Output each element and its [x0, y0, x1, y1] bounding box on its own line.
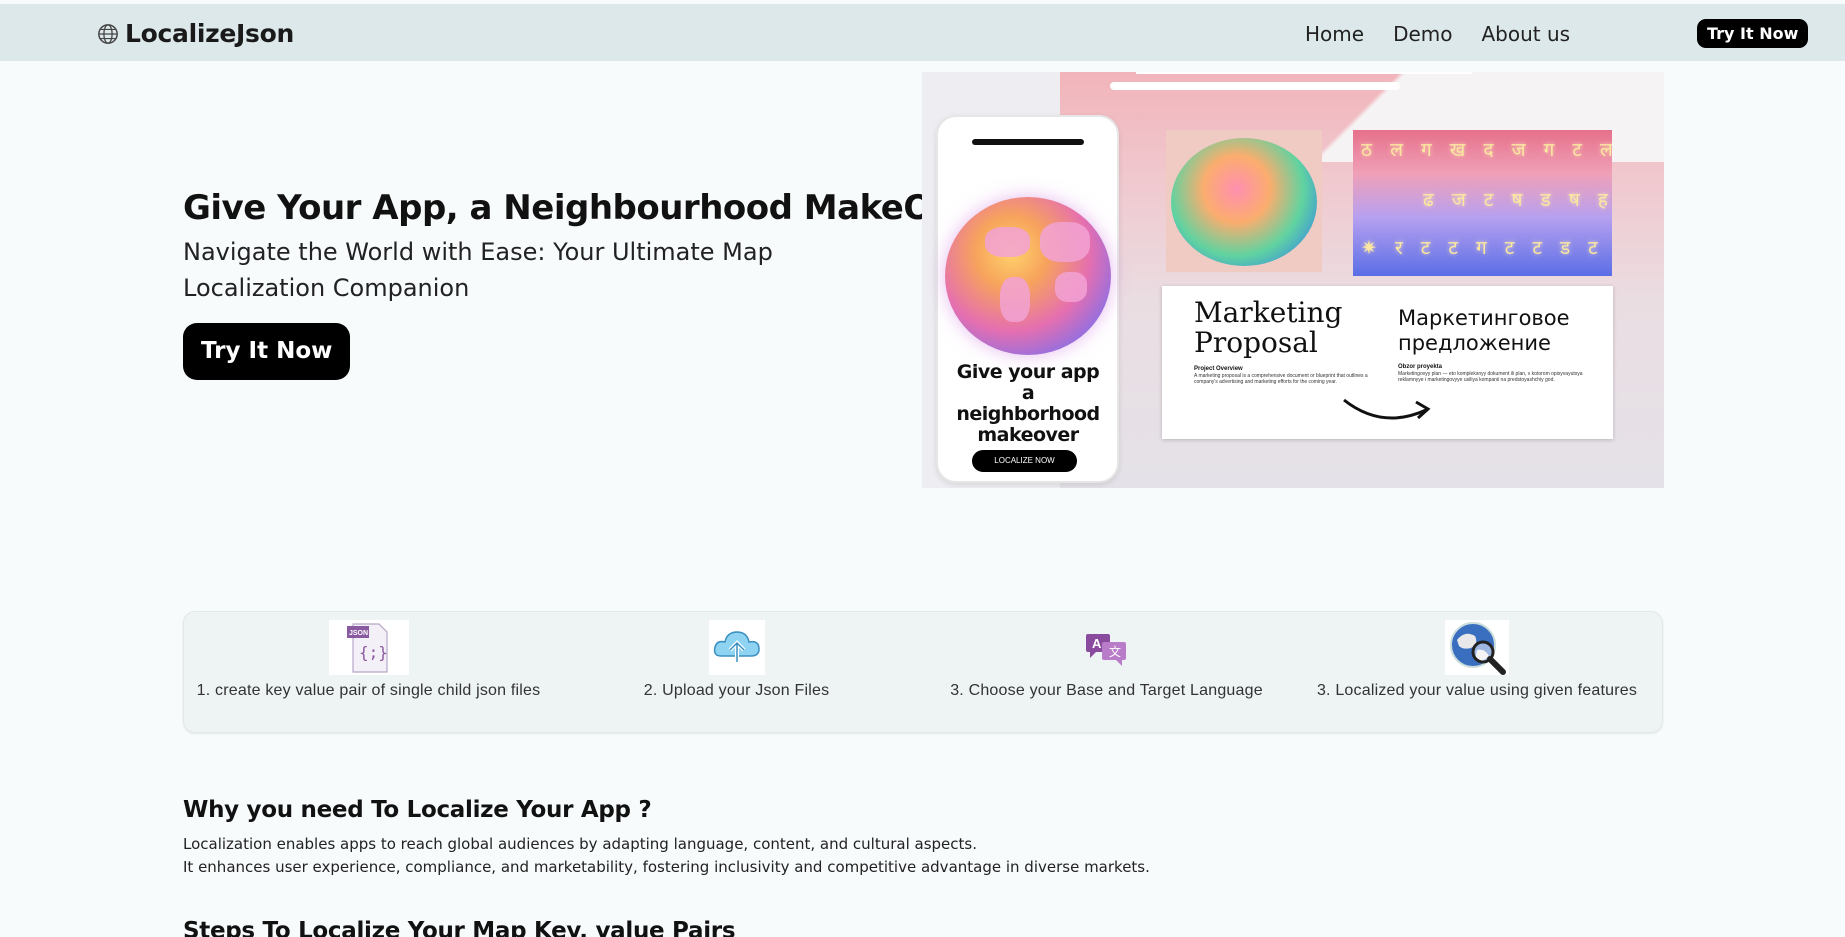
- script-text-image: ठ ल ग ख द ज ग ट ल ड ढ ज ट ष ड ष ह ट ✷ र …: [1353, 130, 1612, 276]
- why-localize-heading: Why you need To Localize Your App ?: [183, 797, 652, 823]
- doc-body-en: A marketing proposal is a comprehensive …: [1194, 373, 1368, 385]
- why-paragraph-2: It enhances user experience, compliance,…: [183, 858, 1150, 876]
- globe-icon: [98, 23, 118, 44]
- nav-links: Home Demo About us: [1305, 22, 1570, 46]
- hero-try-it-now-button[interactable]: Try It Now: [183, 323, 351, 380]
- arrow-icon: [1343, 398, 1431, 420]
- hero-illustration: Give your app a neighborhood makeover LO…: [922, 72, 1664, 488]
- steps-heading: Steps To Localize Your Map Key, value Pa…: [183, 918, 736, 937]
- hero-section: Give Your App, a Neighbourhood MakeOver.…: [183, 188, 1000, 380]
- steps-panel: JSON {;} 1. create key value pair of sin…: [183, 611, 1663, 733]
- nav-try-it-now-button[interactable]: Try It Now: [1697, 19, 1809, 48]
- svg-text:文: 文: [1109, 644, 1121, 659]
- doc-subtitle-ru: Obzor proyekta: [1398, 364, 1443, 370]
- phone-notch: [972, 139, 1084, 145]
- translate-icon: A 文: [1085, 634, 1126, 666]
- nav-link-home[interactable]: Home: [1305, 22, 1364, 46]
- step-label-4: 3. Localized your value using given feat…: [1316, 682, 1638, 699]
- svg-text:A: A: [1092, 636, 1102, 651]
- nav-link-about[interactable]: About us: [1482, 22, 1571, 46]
- doc-body-ru: Marketingovyy plan — eto kompleksnyy dok…: [1398, 371, 1583, 383]
- doc-title-ru: Маркетинговое предложение: [1398, 306, 1570, 355]
- hero-subtitle: Navigate the World with Ease: Your Ultim…: [183, 238, 773, 302]
- svg-text:{;}: {;}: [359, 643, 388, 662]
- doc-title-en: Marketing Proposal: [1194, 296, 1343, 359]
- phone-headline: Give your app a neighborhood makeover: [956, 361, 1100, 446]
- hero-title: Give Your App, a Neighbourhood MakeOver.: [183, 188, 1000, 228]
- step-item-2: 2. Upload your Json Files: [564, 620, 909, 700]
- brand-logo[interactable]: LocalizeJson: [97, 19, 294, 48]
- step-label-1: 1. create key value pair of single child…: [196, 682, 541, 699]
- navbar: LocalizeJson Home Demo About us Try It N…: [0, 4, 1845, 61]
- why-paragraph-1: Localization enables apps to reach globa…: [183, 835, 977, 853]
- translated-document-image: Marketing Proposal Project Overview A ma…: [1162, 286, 1613, 439]
- svg-text:JSON: JSON: [349, 630, 368, 637]
- cloud-upload-icon: [708, 620, 765, 675]
- step-label-3: 3. Choose your Base and Target Language: [950, 682, 1263, 699]
- illustration-bar-top: [1136, 72, 1472, 74]
- phone-mockup: Give your app a neighborhood makeover LO…: [936, 115, 1119, 483]
- world-map-image: [1166, 130, 1322, 272]
- json-file-icon: JSON {;}: [328, 620, 409, 675]
- globe-search-icon: [1445, 620, 1509, 675]
- step-item-3: A 文 3. Choose your Base and Target Langu…: [934, 620, 1279, 700]
- step-label-2: 2. Upload your Json Files: [643, 682, 830, 699]
- phone-localize-button: LOCALIZE NOW: [972, 450, 1077, 472]
- step-item-1: JSON {;} 1. create key value pair of sin…: [196, 620, 541, 700]
- nav-link-demo[interactable]: Demo: [1393, 22, 1452, 46]
- phone-globe-image: [945, 197, 1111, 355]
- doc-subtitle-en: Project Overview: [1194, 366, 1243, 372]
- world-map-globe: [1171, 138, 1317, 266]
- step-item-4: 3. Localized your value using given feat…: [1302, 620, 1652, 700]
- doc-english: Marketing Proposal Project Overview A ma…: [1194, 296, 1384, 386]
- brand-name: LocalizeJson: [125, 19, 294, 48]
- doc-russian: Маркетинговое предложение Obzor proyekta…: [1398, 306, 1588, 383]
- illustration-bar: [1110, 82, 1400, 90]
